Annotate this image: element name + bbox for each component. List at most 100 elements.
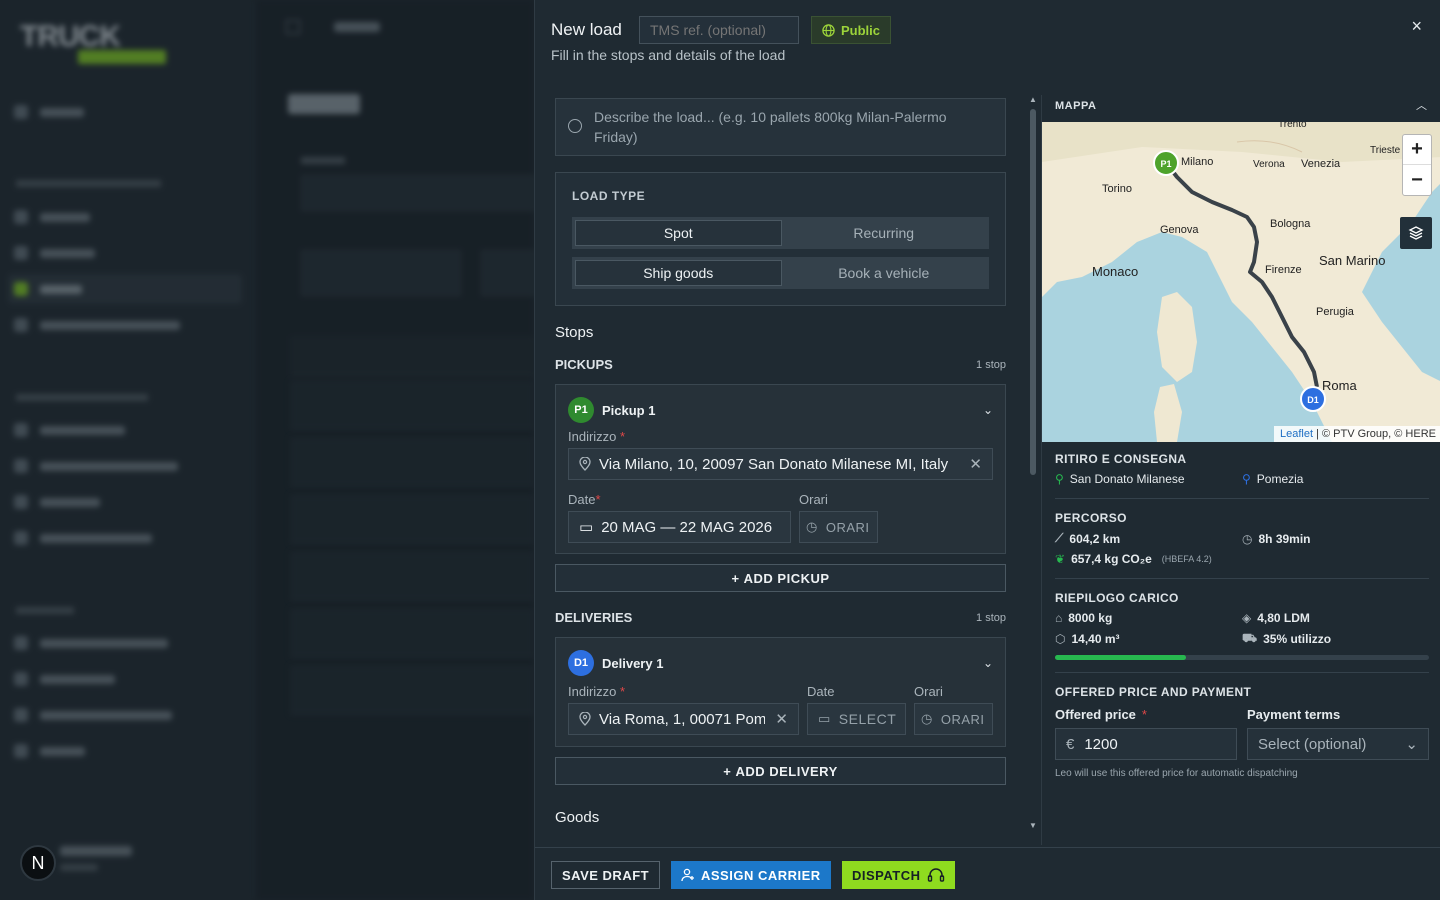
chevron-up-icon[interactable]: ︿ <box>1416 97 1427 113</box>
load-type-segmented: Spot Recurring <box>572 217 989 249</box>
goods-heading: Goods <box>555 809 600 826</box>
zoom-out-button[interactable]: − <box>1403 165 1431 195</box>
close-icon[interactable]: × <box>1411 16 1422 37</box>
green-pin-icon: ⚲ <box>1055 472 1064 486</box>
city-perugia: Perugia <box>1316 306 1355 318</box>
sidebar-item[interactable] <box>14 312 180 338</box>
add-delivery-label: ADD DELIVERY <box>735 763 838 779</box>
city-trieste: Trieste <box>1370 145 1401 156</box>
payment-terms-select[interactable]: Select (optional) ⌄ <box>1247 728 1429 760</box>
pickups-count: 1 stop <box>976 358 1006 371</box>
pickup-hours-picker[interactable]: ◷ ORARI <box>799 511 878 543</box>
new-load-drawer: New load Public Fill in the stops and de… <box>534 0 1440 900</box>
user-avatar[interactable]: N <box>20 845 56 881</box>
chevron-down-icon[interactable]: ⌄ <box>983 403 993 417</box>
chevron-down-icon: ⌄ <box>1405 736 1418 753</box>
headset-icon <box>927 868 944 882</box>
offered-price-input[interactable]: € 1200 <box>1055 728 1237 760</box>
sidebar-item[interactable] <box>14 240 95 266</box>
map-canvas: P1 D1 Milano Torino Genova Verona Venezi… <box>1042 122 1440 442</box>
form-scrollbar[interactable]: ▲ ▼ <box>1029 95 1037 830</box>
pickup-map-pin: P1 <box>1160 159 1171 169</box>
load-type-box: LOAD TYPE Spot Recurring Ship goods Book… <box>555 172 1006 306</box>
sidebar-item[interactable] <box>14 630 168 656</box>
sidebar-item[interactable] <box>14 666 115 692</box>
globe-icon <box>822 23 835 37</box>
drawer-title: New load <box>551 20 622 39</box>
drawer-subtitle: Fill in the stops and details of the loa… <box>551 47 786 63</box>
pickup-address-value: Via Milano, 10, 20097 San Donato Milanes… <box>599 455 949 473</box>
describe-load-input[interactable]: Describe the load... (e.g. 10 pallets 80… <box>555 98 1006 156</box>
save-draft-button[interactable]: SAVE DRAFT <box>551 861 661 889</box>
delivery-hours-picker[interactable]: ◷ ORARI <box>914 703 993 735</box>
delivery-badge: D1 <box>568 650 594 676</box>
dispatch-button[interactable]: DISPATCH <box>842 861 955 889</box>
layers-icon[interactable] <box>1400 217 1432 249</box>
stops-heading: Stops <box>555 324 594 341</box>
add-pickup-button[interactable]: + ADD PICKUP <box>555 564 1006 592</box>
sidebar: TRUCK <box>0 0 255 900</box>
user-add-icon <box>681 868 694 882</box>
city-torino: Torino <box>1102 183 1132 195</box>
deliveries-label: DELIVERIES <box>555 610 633 625</box>
option-recurring[interactable]: Recurring <box>782 220 987 246</box>
route-map[interactable]: P1 D1 Milano Torino Genova Verona Venezi… <box>1042 122 1440 442</box>
clock-icon: ◷ <box>921 711 933 726</box>
calendar-icon: ▭ <box>818 711 831 726</box>
utilization-fill <box>1055 655 1186 660</box>
clear-icon[interactable]: ✕ <box>775 710 788 728</box>
sidebar-item[interactable] <box>14 204 90 230</box>
pickup-date-picker[interactable]: ▭ 20 MAG — 22 MAG 2026 <box>568 511 791 543</box>
zoom-in-button[interactable]: + <box>1403 135 1431 165</box>
leaflet-link[interactable]: Leaflet <box>1280 428 1313 440</box>
scroll-down-icon[interactable]: ▼ <box>1029 821 1037 830</box>
chevron-down-icon[interactable]: ⌄ <box>983 656 993 670</box>
add-pickup-label: ADD PICKUP <box>743 570 830 586</box>
pickup-name: Pickup 1 <box>602 402 656 418</box>
save-draft-label: SAVE DRAFT <box>562 867 650 883</box>
city-trento: Trento <box>1278 122 1307 130</box>
dispatch-label: DISPATCH <box>852 867 921 883</box>
pickup-badge: P1 <box>568 397 594 423</box>
destination-city: Pomezia <box>1256 472 1304 486</box>
add-delivery-button[interactable]: + ADD DELIVERY <box>555 757 1006 785</box>
sidebar-item[interactable] <box>14 453 178 479</box>
blue-pin-icon: ⚲ <box>1242 472 1251 486</box>
pickup-delivery-heading: RITIRO E CONSEGNA <box>1055 452 1187 466</box>
map-heading: MAPPA <box>1055 100 1097 112</box>
visibility-label: Public <box>841 22 881 38</box>
sidebar-item[interactable] <box>14 738 85 764</box>
option-ship-goods[interactable]: Ship goods <box>575 260 782 286</box>
assign-carrier-button[interactable]: ASSIGN CARRIER <box>671 861 831 889</box>
sidebar-item[interactable] <box>14 276 82 302</box>
sidebar-section <box>16 605 74 617</box>
delivery-date-picker[interactable]: ▭ SELECT <box>807 703 906 735</box>
layers-icon: ◈ <box>1242 611 1252 625</box>
attribution-text: | © PTV Group, © HERE <box>1316 428 1436 440</box>
co2-value: 657,4 kg CO₂e <box>1071 552 1152 566</box>
sidebar-item[interactable] <box>14 702 172 728</box>
city-san-marino: San Marino <box>1319 253 1385 268</box>
sidebar-item[interactable] <box>14 525 152 551</box>
delivery-hours-label: Orari <box>914 684 943 699</box>
scroll-up-icon[interactable]: ▲ <box>1029 95 1037 104</box>
utilization-bar <box>1055 655 1429 660</box>
background-app: TRUCK N <box>0 0 534 900</box>
pickup-address-input[interactable]: Via Milano, 10, 20097 San Donato Milanes… <box>568 448 993 480</box>
distance-value: 604,2 km <box>1069 531 1121 546</box>
clock-icon: ◷ <box>806 519 818 534</box>
describe-load-placeholder: Describe the load... (e.g. 10 pallets 80… <box>594 109 947 145</box>
sidebar-item[interactable] <box>14 99 84 125</box>
clear-icon[interactable]: ✕ <box>969 455 982 473</box>
sidebar-item[interactable] <box>14 417 125 443</box>
utilization-value: 35% utilizzo <box>1263 632 1332 646</box>
visibility-toggle[interactable]: Public <box>811 16 892 44</box>
delivery-address-input[interactable]: Via Roma, 1, 00071 Pomezia ✕ <box>568 703 799 735</box>
sidebar-item[interactable] <box>14 489 100 515</box>
sidebar-section <box>16 392 148 404</box>
option-spot[interactable]: Spot <box>575 220 782 246</box>
option-book-vehicle[interactable]: Book a vehicle <box>782 260 987 286</box>
box-icon: ⬡ <box>1055 632 1066 646</box>
tms-ref-input[interactable] <box>639 16 799 44</box>
pickup-hours-value: ORARI <box>825 519 870 535</box>
